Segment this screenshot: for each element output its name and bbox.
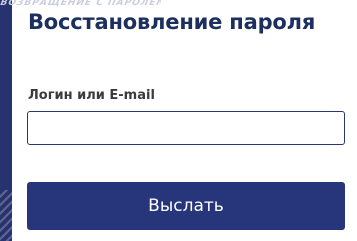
- decorative-top-text: ВОЗВРАЩЕНИЕ С ПАРОЛЕМ: [0, 0, 162, 8]
- decorative-left-stripe: [0, 0, 12, 241]
- send-button[interactable]: Выслать: [27, 182, 345, 230]
- page-title: Восстановление пароля: [28, 10, 316, 34]
- login-field-label: Логин или E-mail: [28, 88, 155, 103]
- login-email-input[interactable]: [27, 111, 345, 145]
- password-recovery-panel: ВОЗВРАЩЕНИЕ С ПАРОЛЕМ Восстановление пар…: [0, 0, 357, 241]
